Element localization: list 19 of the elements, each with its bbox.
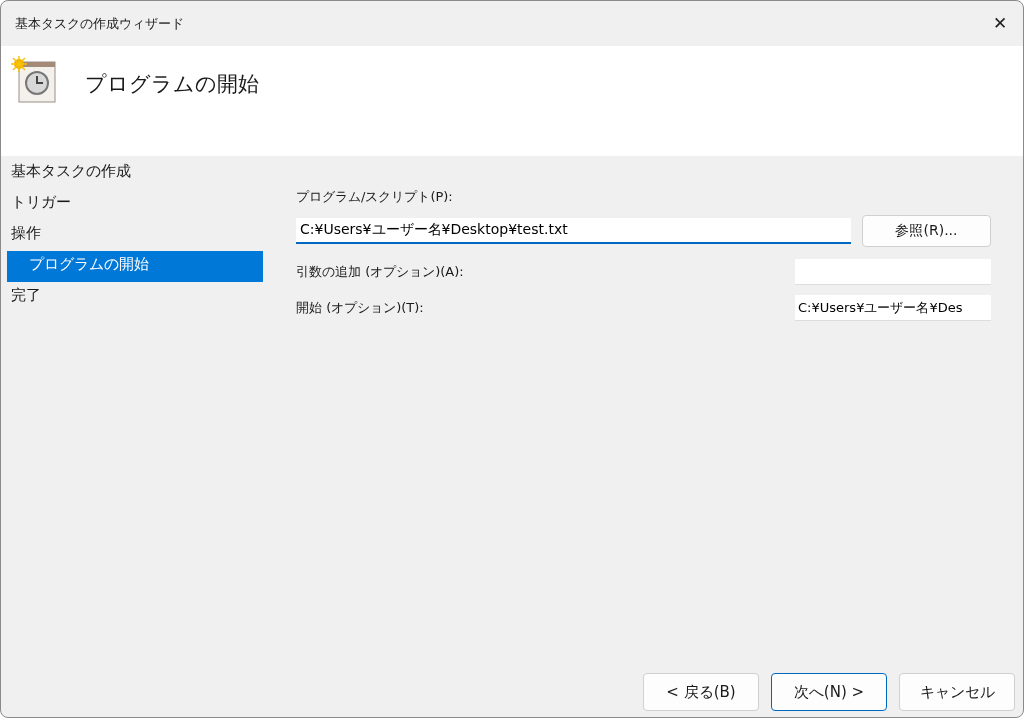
clock-icon <box>11 56 57 104</box>
wizard-button[interactable]: キャンセル <box>899 673 1015 711</box>
window-title: 基本タスクの作成ウィザード <box>15 14 184 33</box>
wizard-step[interactable]: プログラムの開始 <box>7 251 263 282</box>
close-button[interactable]: ✕ <box>977 1 1023 46</box>
arguments-label: 引数の追加 (オプション)(A): <box>296 263 464 281</box>
browse-button[interactable]: 参照(R)... <box>862 215 991 247</box>
arguments-field[interactable] <box>795 259 991 285</box>
start-in-label: 開始 (オプション)(T): <box>296 299 424 317</box>
program-label: プログラム/スクリプト(P): <box>296 188 454 206</box>
page-heading: プログラムの開始 <box>85 71 259 98</box>
wizard-step[interactable]: 操作 <box>1 220 263 251</box>
wizard-button[interactable]: 次へ(N) > <box>771 673 887 711</box>
wizard-step[interactable]: 完了 <box>1 282 263 313</box>
wizard-button[interactable]: < 戻る(B) <box>643 673 759 711</box>
wizard-step[interactable]: トリガー <box>1 189 263 220</box>
start-in-field[interactable]: C:¥Users¥ユーザー名¥Des <box>795 295 991 321</box>
program-field[interactable]: C:¥Users¥ユーザー名¥Desktop¥test.txt <box>296 218 851 244</box>
wizard-step[interactable]: 基本タスクの作成 <box>1 158 263 189</box>
